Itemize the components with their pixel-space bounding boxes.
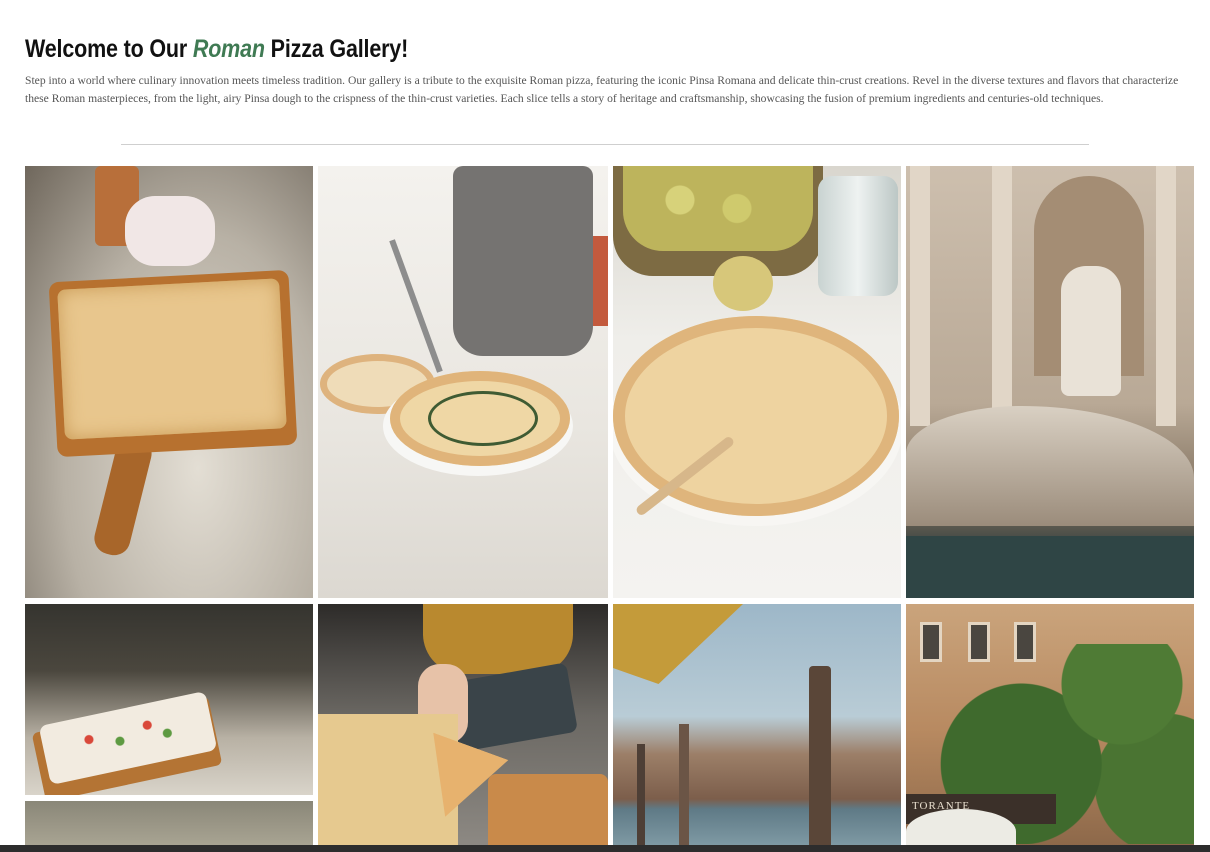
pizza	[613, 316, 899, 516]
intro-text: Step into a world where culinary innovat…	[25, 74, 1179, 105]
page-header: Welcome to Our Roman Pizza Gallery!	[25, 34, 1185, 64]
column	[992, 166, 1012, 426]
serving-board	[488, 774, 608, 852]
column	[910, 166, 930, 426]
mooring-pole	[637, 744, 645, 852]
divider	[121, 144, 1089, 145]
gloved-hand	[125, 196, 215, 266]
pear	[713, 256, 773, 311]
bottom-bar	[0, 845, 1210, 852]
gallery-image-hands-pizza[interactable]	[318, 604, 608, 852]
gallery-image-honey-pizza[interactable]	[613, 166, 901, 598]
page-title: Welcome to Our Roman Pizza Gallery!	[25, 34, 1023, 64]
gallery-image-venice-canal[interactable]	[613, 604, 901, 852]
gallery-image-pinsa-board[interactable]	[25, 166, 313, 598]
statue	[1061, 266, 1121, 396]
mooring-pole	[679, 724, 689, 852]
grapes	[623, 166, 813, 251]
mooring-pole	[809, 666, 831, 852]
umbrella	[613, 604, 743, 684]
rocks	[906, 406, 1194, 526]
gallery-image-pinsa-counter[interactable]	[25, 604, 313, 795]
glass-vase	[818, 176, 898, 296]
pinsa	[57, 278, 287, 440]
greens-topping	[428, 391, 538, 446]
pizza-peel	[389, 239, 443, 373]
title-accent: Roman	[192, 35, 265, 63]
chef	[453, 166, 593, 356]
gallery-image-chef-pizza[interactable]	[318, 166, 608, 598]
title-suffix: Pizza Gallery!	[264, 35, 409, 63]
gallery-image-ivy-restaurant[interactable]: TORANTE	[906, 604, 1194, 852]
title-prefix: Welcome to Our	[25, 35, 193, 63]
water	[906, 536, 1194, 598]
gallery-image-trevi-fountain[interactable]	[906, 166, 1194, 598]
column	[1156, 166, 1176, 426]
